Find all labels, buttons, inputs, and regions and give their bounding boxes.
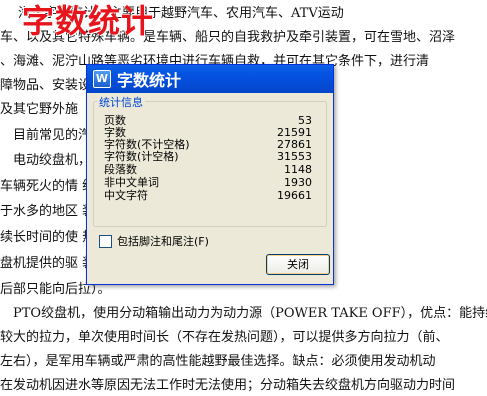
stat-value: 1148 (284, 163, 312, 176)
close-button[interactable]: 关闭 (266, 254, 330, 275)
doc-line: PTO绞盘机，使用分动箱输出动力为动力源（POWER TAKE OFF），优点：… (0, 306, 487, 321)
stat-label: 中文字符 (104, 189, 148, 202)
stat-value: 31553 (277, 150, 312, 163)
stat-label: 非中文单词 (104, 176, 159, 189)
doc-line: 左右），是军用车辆或严肃的高性能越野最佳选择。缺点：必须使用发动机动 (0, 354, 436, 369)
include-footnotes-row[interactable]: 包括脚注和尾注(F) (99, 234, 209, 248)
word-count-dialog: W 字数统计 统计信息 页数 53 字数 21591 字符数(不计空格) 278… (86, 64, 334, 285)
include-footnotes-label[interactable]: 包括脚注和尾注(F) (117, 233, 209, 249)
stat-row-chars-with-spaces: 字符数(计空格) 31553 (104, 151, 312, 163)
dialog-titlebar[interactable]: W 字数统计 (87, 65, 333, 93)
doc-line: 在发动机因进水等原因无法工作时无法使用；分动箱失去绞盘机方向驱动力时间 (0, 378, 456, 393)
statistics-group: 统计信息 页数 53 字数 21591 字符数(不计空格) 27861 字符数(… (93, 94, 327, 227)
stat-row-paragraphs: 段落数 1148 (104, 164, 312, 176)
word-app-icon: W (93, 70, 111, 88)
include-footnotes-checkbox[interactable] (99, 234, 112, 248)
stat-value: 1930 (284, 176, 312, 189)
stat-value: 19661 (277, 189, 312, 202)
doc-line: 及其它野外施 (0, 102, 79, 117)
statistics-group-label: 统计信息 (97, 94, 145, 110)
dialog-title: 字数统计 (117, 71, 182, 90)
stat-label: 字符数(计空格) (104, 150, 179, 163)
doc-line: 较大的拉力，单次使用时间长（不存在发热问题），可以提供多方向拉力（前、 (0, 330, 449, 345)
overlay-title: 字数统计 (22, 2, 155, 40)
stat-label: 段落数 (104, 163, 137, 176)
stat-row-chinese-chars: 中文字符 19661 (104, 190, 312, 202)
stat-row-non-chinese-words: 非中文单词 1930 (104, 177, 312, 189)
